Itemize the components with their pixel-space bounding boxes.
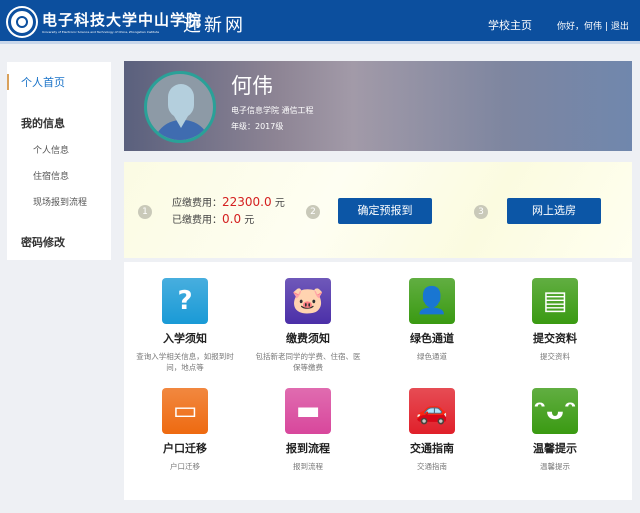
sidebar-item-dorm-info[interactable]: 住宿信息 [33,169,69,182]
tile-title: 绿色通道 [410,332,454,345]
tile-title: 缴费须知 [286,332,330,345]
sidebar: 个人首页 我的信息 个人信息 住宿信息 现场报到流程 密码修改 [7,62,111,260]
site-title: 迎新网 [183,15,246,36]
student-department: 电子信息学院 通信工程 [231,106,314,115]
fee-paid-unit: 元 [244,215,255,226]
step-2-badge: 2 [306,205,320,219]
tile-title: 报到流程 [286,442,330,455]
question-icon: ? [162,278,208,324]
sidebar-item-change-password[interactable]: 密码修改 [21,234,65,250]
tile-title: 户口迁移 [163,442,207,455]
tile-piggy-bank[interactable]: 🐷 缴费须知 包括新老同学的学费、住宿、医保等缴费 [248,278,368,373]
documents-icon: ▤ [532,278,578,324]
tile-description: 温馨提示 [540,462,570,471]
separator: | [604,22,608,32]
fee-due-unit: 元 [274,198,285,209]
tile-description: 包括新老同学的学费、住宿、医保等缴费 [255,352,361,372]
student-grade: 年级：2017级 [231,122,284,131]
tile-title: 入学须知 [163,332,207,345]
person-icon: 👤 [409,278,455,324]
tile-description: 提交资料 [540,352,570,361]
service-tiles: ? 入学须知 查询入学相关信息，如报到时间，地点等 🐷 缴费须知 包括新老同学的学… [124,262,632,500]
avatar [144,71,216,143]
tile-description: 户口迁移 [170,462,200,471]
fee-paid-value: 0.0 [222,212,242,226]
tile-question[interactable]: ? 入学须知 查询入学相关信息，如报到时间，地点等 [125,278,245,373]
step-1-badge: 1 [138,205,152,219]
tile-person[interactable]: 👤 绿色通道 绿色通道 [372,278,492,362]
fee-paid: 已缴费用：0.0 元 [172,211,254,226]
student-name: 何伟 [231,74,273,98]
profile-banner: 何伟 电子信息学院 通信工程 年级：2017级 [124,61,632,151]
school-home-link[interactable]: 学校主页 [488,17,532,33]
sidebar-item-personal-info[interactable]: 个人信息 [33,143,69,156]
piggy-bank-icon: 🐷 [285,278,331,324]
sidebar-item-checkin-process[interactable]: 现场报到流程 [33,195,87,208]
sidebar-item-my-info[interactable]: 我的信息 [21,115,65,131]
user-area: 你好，何伟 | 退出 [557,19,629,32]
tile-id-card[interactable]: ▭ 户口迁移 户口迁移 [125,388,245,472]
tile-title: 交通指南 [410,442,454,455]
tile-description: 报到流程 [293,462,323,471]
fee-due-value: 22300.0 [222,195,272,209]
tile-smiley[interactable]: ᵔᴗᵔ 温馨提示 温馨提示 [495,388,615,472]
tile-description: 绿色通道 [417,352,447,361]
smiley-icon: ᵔᴗᵔ [532,388,578,434]
tile-car[interactable]: 🚗 交通指南 交通指南 [372,388,492,472]
tile-bed[interactable]: ▬ 报到流程 报到流程 [248,388,368,472]
tile-description: 交通指南 [417,462,447,471]
tile-title: 温馨提示 [533,442,577,455]
greeting: 你好，何伟 [557,22,603,32]
fee-section: 1 应缴费用：22300.0 元 已缴费用：0.0 元 2 确定预报到 3 网上… [124,162,632,258]
top-header: 电子科技大学中山学院 University of Electronic Scie… [0,0,640,44]
school-name: 电子科技大学中山学院 [42,11,203,29]
confirm-preregister-button[interactable]: 确定预报到 [338,198,432,224]
car-icon: 🚗 [409,388,455,434]
fee-due-label: 应缴费用： [172,198,222,209]
tile-description: 查询入学相关信息，如报到时间，地点等 [136,352,234,372]
sidebar-item-home[interactable]: 个人首页 [7,74,65,90]
online-room-selection-button[interactable]: 网上选房 [507,198,601,224]
step-3-badge: 3 [474,205,488,219]
bed-icon: ▬ [285,388,331,434]
tile-title: 提交资料 [533,332,577,345]
school-name-en: University of Electronic Science and Tec… [42,30,160,34]
fee-paid-label: 已缴费用： [172,215,222,226]
school-logo [8,8,36,36]
tile-documents[interactable]: ▤ 提交资料 提交资料 [495,278,615,362]
logout-link[interactable]: 退出 [611,22,629,32]
id-card-icon: ▭ [162,388,208,434]
fee-due: 应缴费用：22300.0 元 [172,194,285,209]
